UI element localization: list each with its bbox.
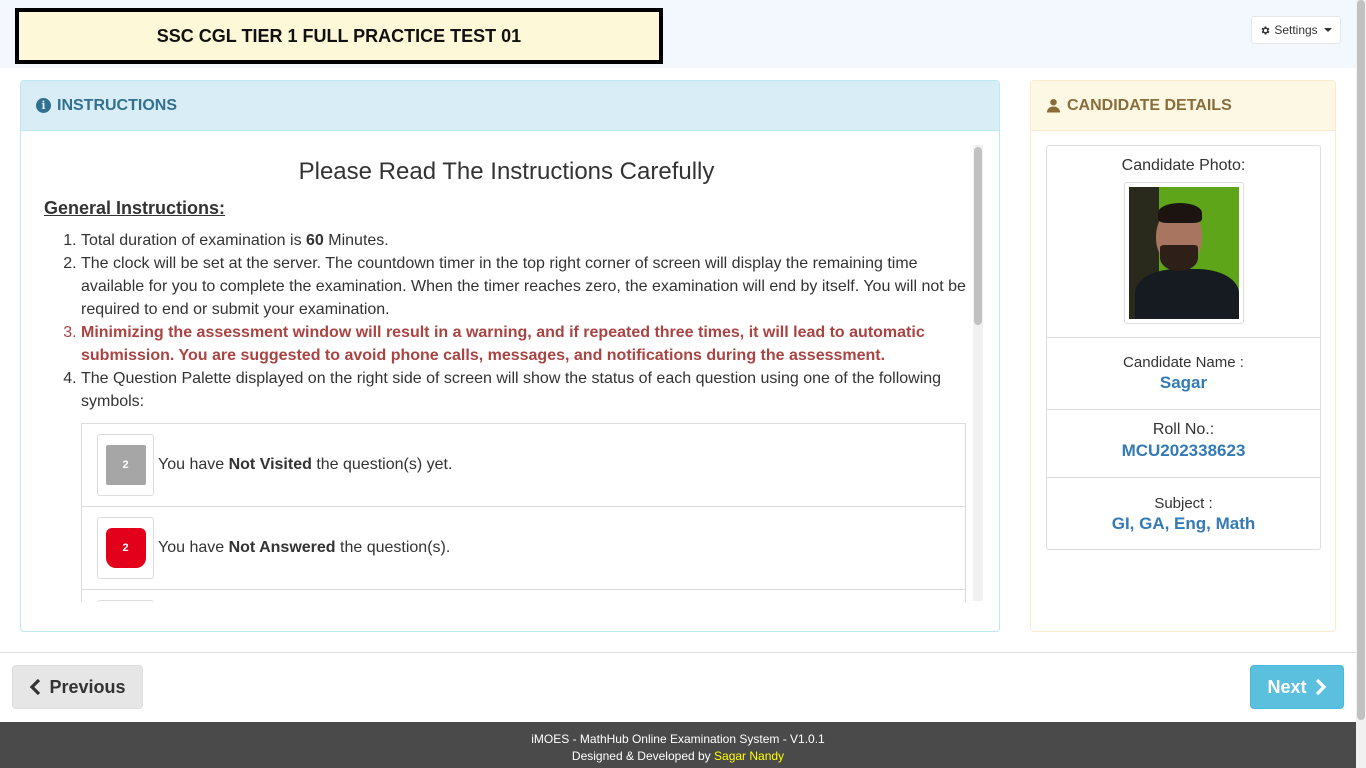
user-icon <box>1046 98 1061 113</box>
legend-text: You have Not Visited the question(s) yet… <box>158 456 453 473</box>
candidate-photo-frame <box>1123 182 1244 324</box>
previous-label: Previous <box>49 676 126 697</box>
subject-value: GI, GA, Eng, Math <box>1111 514 1256 533</box>
settings-button[interactable]: Settings <box>1251 16 1341 44</box>
instructions-body[interactable]: Please Read The Instructions Carefully G… <box>21 132 999 602</box>
general-instructions-title: General Instructions: <box>44 198 226 218</box>
instructions-panel: i INSTRUCTIONS Please Read The Instructi… <box>20 80 1000 632</box>
subject-item: Subject : GI, GA, Eng, Math <box>1047 478 1320 549</box>
developer-link[interactable]: Sagar Nandy <box>714 749 784 763</box>
instructions-panel-title: INSTRUCTIONS <box>57 96 177 114</box>
instructions-list: Total duration of examination is 60 Minu… <box>44 229 969 413</box>
legend-badge-frame: 2 <box>97 517 154 579</box>
legend-text: You have Not Answered the question(s). <box>158 539 451 556</box>
nav-divider <box>0 652 1356 653</box>
candidate-name-label: Candidate Name : <box>1123 354 1244 371</box>
candidate-photo-item: Candidate Photo: <box>1047 146 1320 338</box>
legend-row-not-answered: 2 You have Not Answered the question(s). <box>82 507 965 590</box>
chevron-right-icon <box>1315 679 1326 695</box>
legend-badge-frame <box>97 600 154 602</box>
footer: iMOES - MathHub Online Examination Syste… <box>0 722 1356 768</box>
candidate-photo <box>1128 187 1239 319</box>
candidate-details-list: Candidate Photo: Candidate Name : Sagar … <box>1046 145 1321 550</box>
previous-button[interactable]: Previous <box>12 665 143 709</box>
page-scrollbar-thumb[interactable] <box>1357 0 1365 720</box>
gear-icon <box>1261 25 1270 35</box>
subject-label: Subject : <box>1154 495 1213 512</box>
page-scrollbar[interactable] <box>1356 0 1366 768</box>
not-visited-badge: 2 <box>105 445 146 485</box>
candidate-panel-header: CANDIDATE DETAILS <box>1031 81 1335 131</box>
candidate-name-item: Candidate Name : Sagar <box>1047 338 1320 410</box>
legend-row-partial <box>82 590 965 602</box>
settings-label: Settings <box>1274 23 1318 37</box>
footer-credits: Designed & Developed by Sagar Nandy <box>571 749 785 763</box>
footer-system-name: iMOES - MathHub Online Examination Syste… <box>531 732 825 746</box>
top-bar: SSC CGL TIER 1 FULL PRACTICE TEST 01 Set… <box>0 0 1356 68</box>
candidate-panel: CANDIDATE DETAILS Candidate Photo: Candi… <box>1030 80 1336 632</box>
roll-number-value: MCU202338623 <box>1121 441 1246 460</box>
instruction-item: The clock will be set at the server. The… <box>81 252 969 321</box>
candidate-panel-title: CANDIDATE DETAILS <box>1067 96 1232 114</box>
instructions-heading: Please Read The Instructions Carefully <box>298 158 715 185</box>
instruction-item: Total duration of examination is 60 Minu… <box>81 229 969 252</box>
roll-number-item: Roll No.: MCU202338623 <box>1047 410 1320 478</box>
instructions-scrollbar[interactable] <box>973 145 983 601</box>
instruction-item: The Question Palette displayed on the ri… <box>81 367 969 413</box>
test-title: SSC CGL TIER 1 FULL PRACTICE TEST 01 <box>15 8 663 64</box>
legend-row-not-visited: 2 You have Not Visited the question(s) y… <box>82 424 965 507</box>
roll-number-label: Roll No.: <box>1152 421 1215 438</box>
palette-legend-table: 2 You have Not Visited the question(s) y… <box>81 423 966 602</box>
instructions-scrollbar-thumb[interactable] <box>974 147 982 325</box>
info-icon: i <box>36 98 51 113</box>
candidate-name-value: Sagar <box>1159 373 1208 392</box>
next-button[interactable]: Next <box>1250 665 1344 709</box>
candidate-photo-label: Candidate Photo: <box>1121 157 1246 174</box>
not-answered-badge: 2 <box>105 528 146 568</box>
next-label: Next <box>1267 676 1307 697</box>
instruction-item-warning: Minimizing the assessment window will re… <box>81 321 969 367</box>
chevron-left-icon <box>30 679 41 695</box>
caret-down-icon <box>1323 28 1332 32</box>
legend-badge-frame: 2 <box>97 434 154 496</box>
instructions-panel-header: i INSTRUCTIONS <box>21 81 999 131</box>
